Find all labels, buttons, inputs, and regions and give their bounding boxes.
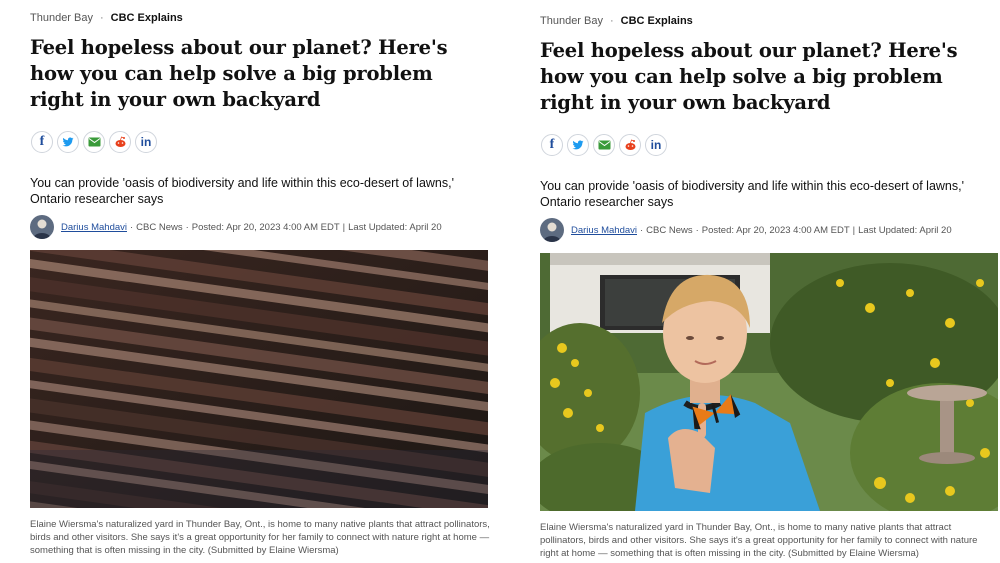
byline-separator: · [695,224,699,236]
reddit-icon [115,136,125,147]
share-bar: f in [31,131,157,153]
share-reddit-button[interactable] [109,131,131,153]
share-twitter-button[interactable] [57,131,79,153]
email-icon [598,140,610,150]
section-link[interactable]: Thunder Bay [540,15,603,27]
section-link[interactable]: Thunder Bay [30,12,93,24]
outlet-name: CBC News [646,224,693,236]
share-facebook-button[interactable]: f [541,134,563,156]
posted-date: Posted: Apr 20, 2023 4:00 AM EDT [701,224,850,236]
page-title: Feel hopeless about our planet? Here's h… [540,39,958,114]
series-tag[interactable]: CBC Explains [621,15,693,27]
updated-date: Last Updated: April 20 [858,224,952,236]
share-twitter-button[interactable] [567,134,589,156]
byline: Darius Mahdavi · CBC News · Posted: Apr … [540,218,952,242]
byline-separator: · [185,221,189,233]
series-tag[interactable]: CBC Explains [111,12,183,24]
share-email-button[interactable] [83,131,105,153]
author-avatar [30,215,54,239]
author-link[interactable]: Darius Mahdavi [571,225,637,236]
updated-date: Last Updated: April 20 [348,221,442,233]
byline-separator: | [852,224,856,236]
page-title: Feel hopeless about our planet? Here's h… [30,36,448,111]
share-email-button[interactable] [593,134,615,156]
byline-separator: | [342,221,346,233]
reddit-icon [625,139,635,150]
breadcrumb-separator: · [609,15,614,27]
breadcrumb: Thunder Bay · CBC Explains [30,10,183,26]
share-facebook-button[interactable]: f [31,131,53,153]
article-deck: You can provide 'oasis of biodiversity a… [540,179,964,209]
email-icon [88,137,100,147]
linkedin-icon: in [650,138,662,152]
share-bar: f in [541,134,667,156]
breadcrumb: Thunder Bay · CBC Explains [540,13,693,29]
share-linkedin-button[interactable]: in [135,131,157,153]
facebook-icon: f [549,137,555,152]
hero-image-photo [540,253,998,511]
twitter-icon [62,137,74,147]
article-deck: You can provide 'oasis of biodiversity a… [30,176,454,206]
author-avatar [540,218,564,242]
byline-separator: · [130,221,134,233]
image-caption: Elaine Wiersma's naturalized yard in Thu… [30,519,490,556]
posted-date: Posted: Apr 20, 2023 4:00 AM EDT [191,221,340,233]
share-linkedin-button[interactable]: in [645,134,667,156]
byline-separator: · [640,224,644,236]
twitter-icon [572,140,584,150]
facebook-icon: f [39,134,45,149]
hero-image-glitched [30,250,488,508]
author-link[interactable]: Darius Mahdavi [61,222,127,233]
linkedin-icon: in [140,135,152,149]
outlet-name: CBC News [136,221,183,233]
breadcrumb-separator: · [99,12,104,24]
image-caption: Elaine Wiersma's naturalized yard in Thu… [540,522,978,559]
byline: Darius Mahdavi · CBC News · Posted: Apr … [30,215,442,239]
share-reddit-button[interactable] [619,134,641,156]
